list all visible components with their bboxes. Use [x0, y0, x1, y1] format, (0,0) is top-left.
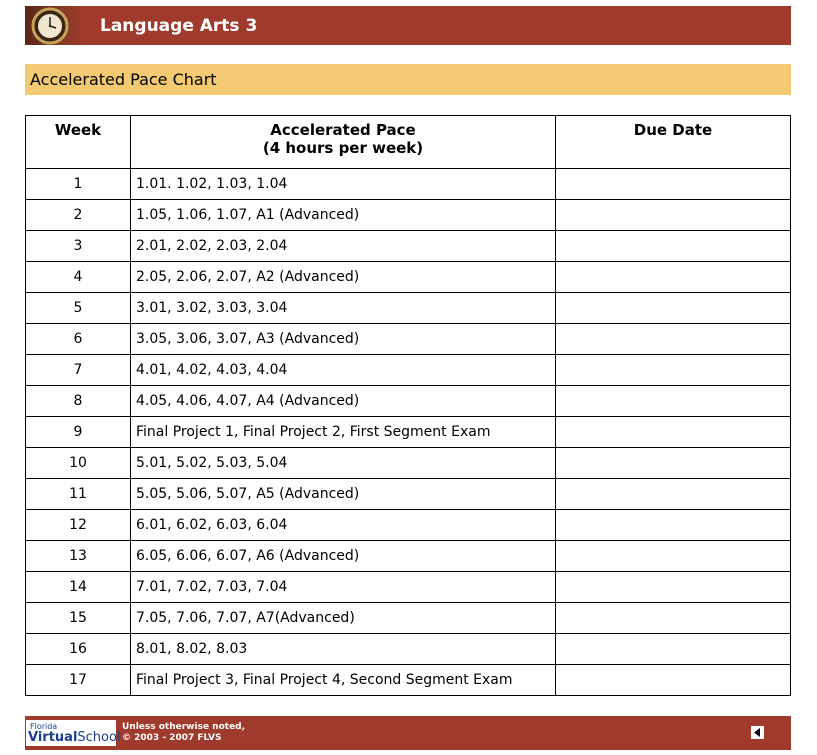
- week-cell: 15: [25, 602, 131, 634]
- back-button[interactable]: [751, 726, 764, 739]
- pace-cell: 5.05, 5.06, 5.07, A5 (Advanced): [130, 478, 556, 510]
- table-row: 8 4.05, 4.06, 4.07, A4 (Advanced): [25, 385, 791, 417]
- due-date-cell: [555, 230, 791, 262]
- pace-cell: 3.01, 3.02, 3.03, 3.04: [130, 292, 556, 324]
- page-title: Language Arts 3: [100, 15, 258, 36]
- week-cell: 1: [25, 168, 131, 200]
- pace-cell: 7.01, 7.02, 7.03, 7.04: [130, 571, 556, 603]
- column-header-week: Week: [25, 115, 131, 169]
- week-cell: 11: [25, 478, 131, 510]
- table-row: 3 2.01, 2.02, 2.03, 2.04: [25, 230, 791, 262]
- logo-virtual-text: Virtual: [28, 729, 78, 745]
- section-title: Accelerated Pace Chart: [30, 70, 217, 89]
- pace-cell: 4.05, 4.06, 4.07, A4 (Advanced): [130, 385, 556, 417]
- pace-cell: 1.01. 1.02, 1.03, 1.04: [130, 168, 556, 200]
- week-cell: 3: [25, 230, 131, 262]
- due-date-cell: [555, 571, 791, 603]
- pace-cell: 8.01, 8.02, 8.03: [130, 633, 556, 665]
- table-row: 4 2.05, 2.06, 2.07, A2 (Advanced): [25, 261, 791, 293]
- flvs-logo: Florida VirtualSchool: [26, 720, 121, 746]
- week-cell: 17: [25, 664, 131, 696]
- due-date-cell: [555, 540, 791, 572]
- due-date-cell: [555, 354, 791, 386]
- pace-cell: Final Project 3, Final Project 4, Second…: [130, 664, 556, 696]
- pace-cell: 7.05, 7.06, 7.07, A7(Advanced): [130, 602, 556, 634]
- due-date-cell: [555, 633, 791, 665]
- header-bar: Language Arts 3: [25, 6, 791, 45]
- week-cell: 4: [25, 261, 131, 293]
- due-date-cell: [555, 447, 791, 479]
- column-header-due-date: Due Date: [555, 115, 791, 169]
- table-row: 13 6.05, 6.06, 6.07, A6 (Advanced): [25, 540, 791, 572]
- pace-cell: 5.01, 5.02, 5.03, 5.04: [130, 447, 556, 479]
- pace-cell: Final Project 1, Final Project 2, First …: [130, 416, 556, 448]
- table-header-row: Week Accelerated Pace (4 hours per week)…: [25, 115, 791, 169]
- week-cell: 13: [25, 540, 131, 572]
- section-header: Accelerated Pace Chart: [25, 64, 791, 95]
- week-cell: 14: [25, 571, 131, 603]
- week-cell: 7: [25, 354, 131, 386]
- column-header-accelerated-pace: Accelerated Pace (4 hours per week): [130, 115, 556, 169]
- back-arrow-icon: [754, 728, 760, 737]
- table-row: 6 3.05, 3.06, 3.07, A3 (Advanced): [25, 323, 791, 355]
- table-row: 16 8.01, 8.02, 8.03: [25, 633, 791, 665]
- due-date-cell: [555, 416, 791, 448]
- week-cell: 5: [25, 292, 131, 324]
- table-row: 2 1.05, 1.06, 1.07, A1 (Advanced): [25, 199, 791, 231]
- due-date-cell: [555, 323, 791, 355]
- table-row: 17 Final Project 3, Final Project 4, Seco…: [25, 664, 791, 696]
- table-row: 14 7.01, 7.02, 7.03, 7.04: [25, 571, 791, 603]
- week-cell: 12: [25, 509, 131, 541]
- pace-cell: 1.05, 1.06, 1.07, A1 (Advanced): [130, 199, 556, 231]
- due-date-cell: [555, 168, 791, 200]
- pace-cell: 6.01, 6.02, 6.03, 6.04: [130, 509, 556, 541]
- pace-cell: 2.01, 2.02, 2.03, 2.04: [130, 230, 556, 262]
- pace-table: Week Accelerated Pace (4 hours per week)…: [25, 115, 791, 696]
- pace-cell: 2.05, 2.06, 2.07, A2 (Advanced): [130, 261, 556, 293]
- pace-cell: 3.05, 3.06, 3.07, A3 (Advanced): [130, 323, 556, 355]
- week-cell: 16: [25, 633, 131, 665]
- week-cell: 6: [25, 323, 131, 355]
- due-date-cell: [555, 292, 791, 324]
- table-row: 5 3.01, 3.02, 3.03, 3.04: [25, 292, 791, 324]
- due-date-cell: [555, 478, 791, 510]
- table-row: 1 1.01. 1.02, 1.03, 1.04: [25, 168, 791, 200]
- due-date-cell: [555, 261, 791, 293]
- due-date-cell: [555, 602, 791, 634]
- clock-icon: [25, 6, 83, 45]
- logo-school-text: School: [77, 729, 121, 745]
- footer-bar: Florida VirtualSchool Unless otherwise n…: [25, 716, 791, 750]
- table-row: 15 7.05, 7.06, 7.07, A7(Advanced): [25, 602, 791, 634]
- table-row: 9 Final Project 1, Final Project 2, First…: [25, 416, 791, 448]
- pace-cell: 6.05, 6.06, 6.07, A6 (Advanced): [130, 540, 556, 572]
- table-row: 12 6.01, 6.02, 6.03, 6.04: [25, 509, 791, 541]
- pace-cell: 4.01, 4.02, 4.03, 4.04: [130, 354, 556, 386]
- due-date-cell: [555, 385, 791, 417]
- week-cell: 8: [25, 385, 131, 417]
- week-cell: 2: [25, 199, 131, 231]
- table-row: 10 5.01, 5.02, 5.03, 5.04: [25, 447, 791, 479]
- due-date-cell: [555, 199, 791, 231]
- week-cell: 10: [25, 447, 131, 479]
- due-date-cell: [555, 509, 791, 541]
- week-cell: 9: [25, 416, 131, 448]
- table-row: 11 5.05, 5.06, 5.07, A5 (Advanced): [25, 478, 791, 510]
- table-row: 7 4.01, 4.02, 4.03, 4.04: [25, 354, 791, 386]
- due-date-cell: [555, 664, 791, 696]
- copyright-notice: Unless otherwise noted, © 2003 - 2007 FL…: [122, 722, 246, 743]
